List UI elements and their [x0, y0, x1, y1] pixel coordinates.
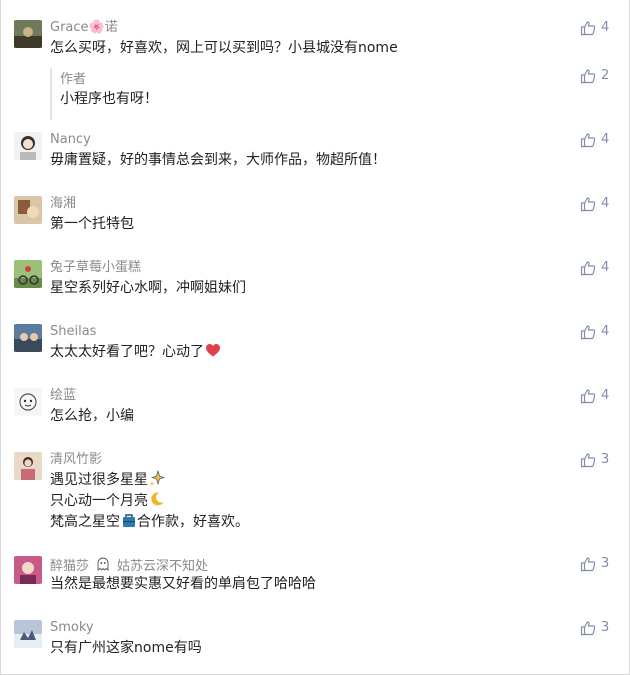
avatar[interactable]	[14, 452, 42, 480]
commenter-name-main: 醉猫莎	[50, 559, 90, 574]
commenter-name[interactable]: Sheilas	[50, 324, 96, 340]
like-count: 4	[601, 196, 610, 211]
thumbs-up-icon	[580, 621, 596, 636]
like-button[interactable]: 3	[580, 452, 609, 468]
comment-text-content: 只心动一个月亮	[50, 493, 148, 509]
comment-text: 只有广州这家nome有吗	[50, 640, 202, 656]
comment-text: 怎么买呀，好喜欢，网上可以买到吗？小县城没有nome	[50, 40, 398, 56]
commenter-name[interactable]: 清风竹影	[50, 452, 102, 468]
reply-author-name: 作者	[60, 72, 87, 87]
commenter-name[interactable]: 绘蓝	[50, 388, 76, 404]
like-button[interactable]: 4	[580, 132, 609, 148]
like-count: 3	[601, 452, 610, 467]
like-button[interactable]: 4	[580, 324, 609, 340]
commenter-name[interactable]: Grace🌸诺	[50, 20, 118, 36]
author-reply: 作者 小程序也有呀！	[50, 68, 620, 120]
comment-text: 第一个托特包	[50, 216, 134, 232]
avatar[interactable]	[14, 556, 42, 584]
like-button[interactable]: 4	[580, 20, 609, 36]
comment-text: 毋庸置疑，好的事情总会到来，大师作品，物超所值！	[50, 152, 386, 168]
thumbs-up-icon	[580, 453, 596, 468]
like-count: 4	[601, 324, 610, 339]
like-count: 4	[601, 388, 610, 403]
commenter-name-suffix: 姑苏云深不知处	[117, 559, 209, 574]
comment-text: 当然是最想要实惠又好看的单肩包了哈哈哈	[50, 576, 316, 592]
comment-text-content: 合作款，好喜欢。	[137, 514, 249, 530]
like-count: 2	[601, 68, 610, 83]
avatar[interactable]	[14, 388, 42, 416]
commenter-name[interactable]: 海湘	[50, 196, 76, 212]
like-button[interactable]: 4	[580, 260, 609, 276]
like-button[interactable]: 3	[580, 620, 609, 636]
thumbs-up-icon	[580, 133, 596, 148]
thumbs-up-icon	[580, 325, 596, 340]
avatar[interactable]	[14, 324, 42, 352]
like-count: 4	[601, 132, 610, 147]
comment-text: 怎么抢，小编	[50, 408, 134, 424]
thumbs-up-icon	[580, 557, 596, 572]
comment-text-line: 梵高之星空 合作款，好喜欢。	[50, 512, 249, 533]
comment-text: 太太太好看了吧？心动了	[50, 342, 221, 363]
like-button[interactable]: 3	[580, 556, 609, 572]
thumbs-up-icon	[580, 261, 596, 276]
handbag-icon	[123, 514, 135, 527]
like-count: 3	[601, 620, 610, 635]
comment-text-line: 只心动一个月亮	[50, 491, 165, 512]
commenter-name[interactable]: Nancy	[50, 132, 91, 148]
comment-text-content: 太太太好看了吧？心动了	[50, 344, 204, 360]
like-button[interactable]: 4	[580, 388, 609, 404]
crescent-moon-icon	[151, 492, 164, 506]
like-count: 3	[601, 556, 610, 571]
like-count: 4	[601, 20, 610, 35]
thumbs-up-icon	[580, 197, 596, 212]
like-count: 4	[601, 260, 610, 275]
comment-text: 星空系列好心水啊，冲啊姐妹们	[50, 280, 246, 296]
avatar[interactable]	[14, 196, 42, 224]
commenter-name[interactable]: 醉猫莎 姑苏云深不知处	[50, 556, 208, 575]
thumbs-up-icon	[580, 21, 596, 36]
avatar[interactable]	[14, 20, 42, 48]
reply-like-button[interactable]: 2	[580, 68, 609, 84]
avatar[interactable]	[14, 260, 42, 288]
reply-text: 小程序也有呀！	[60, 91, 158, 107]
avatar[interactable]	[14, 132, 42, 160]
like-button[interactable]: 4	[580, 196, 609, 212]
thumbs-up-icon	[580, 389, 596, 404]
heart-icon	[206, 344, 220, 357]
avatar[interactable]	[14, 620, 42, 648]
comment-text-line: 遇见过很多星星	[50, 470, 165, 491]
comment-text-content: 遇见过很多星星	[50, 472, 148, 488]
comment-text-content: 梵高之星空	[50, 514, 120, 530]
commenter-name[interactable]: 兔子草莓小蛋糕	[50, 260, 141, 276]
commenter-name[interactable]: Smoky	[50, 620, 94, 636]
ghost-icon	[97, 557, 109, 571]
sparkles-icon	[149, 470, 165, 486]
thumbs-up-icon	[580, 69, 596, 84]
